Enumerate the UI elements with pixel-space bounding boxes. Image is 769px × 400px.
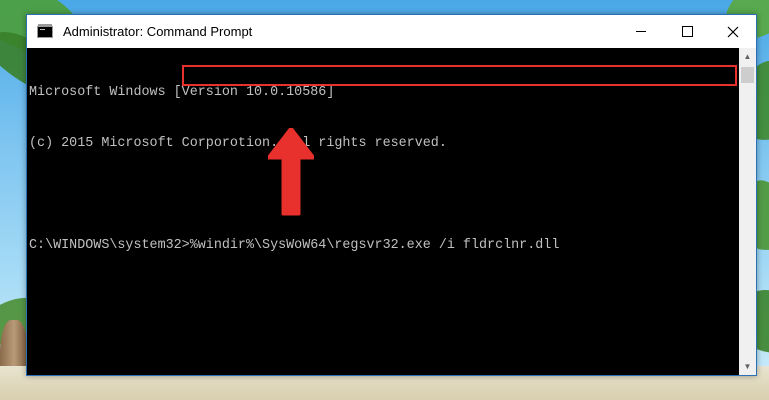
red-arrow-icon xyxy=(268,128,314,216)
chevron-down-icon: ▼ xyxy=(743,362,752,371)
window-title: Administrator: Command Prompt xyxy=(63,24,253,39)
vertical-scrollbar[interactable]: ▲ ▼ xyxy=(739,48,756,375)
maximize-icon xyxy=(681,26,693,37)
command-input[interactable]: %windir%\SysWoW64\regsvr32.exe /i fldrcl… xyxy=(190,238,560,253)
close-icon xyxy=(727,26,739,37)
minimize-icon xyxy=(636,31,646,32)
command-prompt-window[interactable]: Administrator: Command Prompt Microsoft … xyxy=(26,14,757,376)
command-highlight-box xyxy=(182,65,737,86)
scroll-thumb[interactable] xyxy=(741,67,754,83)
maximize-button[interactable] xyxy=(664,15,710,48)
console-line-command[interactable]: C:\WINDOWS\system32>%windir%\SysWoW64\re… xyxy=(29,237,739,254)
command-prompt-path: C:\WINDOWS\system32> xyxy=(29,238,190,253)
close-button[interactable] xyxy=(710,15,756,48)
scroll-up-button[interactable]: ▲ xyxy=(739,48,756,65)
console-output[interactable]: Microsoft Windows [Version 10.0.10586] (… xyxy=(27,48,739,375)
minimize-button[interactable] xyxy=(618,15,664,48)
scroll-down-button[interactable]: ▼ xyxy=(739,358,756,375)
chevron-up-icon: ▲ xyxy=(743,52,752,61)
command-prompt-icon[interactable] xyxy=(37,23,53,38)
console-line-copyright: (c) 2015 Microsoft Corporotion. All righ… xyxy=(29,136,447,151)
console-line-version: Microsoft Windows [Version 10.0.10586] xyxy=(29,85,335,100)
title-bar[interactable]: Administrator: Command Prompt xyxy=(27,15,756,48)
